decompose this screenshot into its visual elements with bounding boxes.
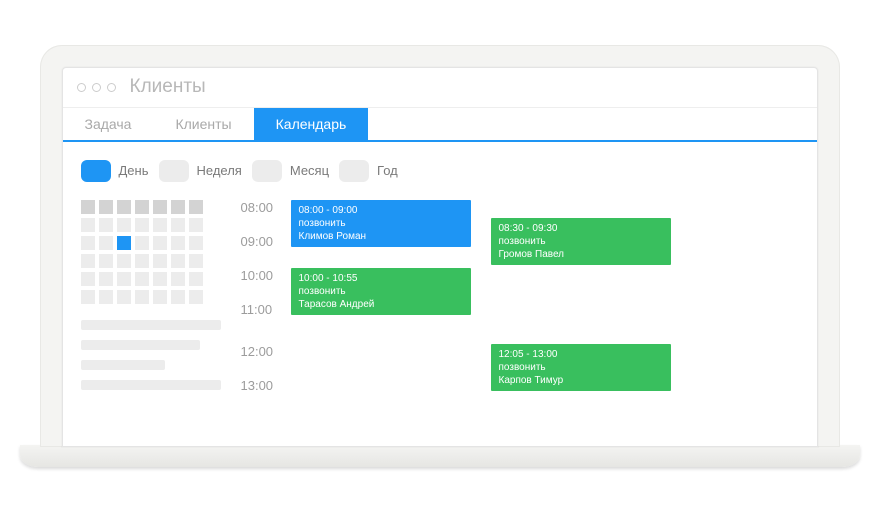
hour-label: 11:00 bbox=[241, 302, 291, 317]
event-time: 10:00 - 10:55 bbox=[299, 272, 463, 285]
event-card[interactable]: 12:05 - 13:00 позвонить Карпов Тимур bbox=[491, 344, 671, 391]
hour-label: 12:00 bbox=[241, 344, 291, 359]
view-switcher: День Неделя Месяц Год bbox=[81, 160, 799, 182]
app-window: Клиенты Задача Клиенты Календарь День Не… bbox=[62, 67, 818, 447]
hour-label: 13:00 bbox=[241, 378, 291, 393]
laptop-frame: Клиенты Задача Клиенты Календарь День Не… bbox=[40, 45, 840, 447]
view-week-icon bbox=[159, 160, 189, 182]
window-controls bbox=[77, 83, 116, 92]
hour-label: 10:00 bbox=[241, 268, 291, 283]
view-month[interactable]: Месяц bbox=[252, 160, 329, 182]
tab-clients[interactable]: Клиенты bbox=[153, 108, 253, 140]
close-icon[interactable] bbox=[77, 83, 86, 92]
view-week[interactable]: Неделя bbox=[159, 160, 242, 182]
laptop-base bbox=[20, 445, 860, 467]
hour-label: 09:00 bbox=[241, 234, 291, 249]
event-card[interactable]: 08:00 - 09:00 позвонить Климов Роман bbox=[291, 200, 471, 247]
view-day-icon bbox=[81, 160, 111, 182]
view-month-icon bbox=[252, 160, 282, 182]
window-title: Клиенты bbox=[130, 76, 206, 98]
event-person: Громов Павел bbox=[499, 248, 663, 261]
sidebar-placeholder bbox=[81, 320, 221, 390]
view-year-icon bbox=[339, 160, 369, 182]
mini-calendar-selected-day[interactable] bbox=[117, 236, 131, 250]
view-day[interactable]: День bbox=[81, 160, 149, 182]
event-action: позвонить bbox=[299, 285, 463, 298]
tabs: Задача Клиенты Календарь bbox=[63, 108, 817, 142]
hour-label: 08:00 bbox=[241, 200, 291, 215]
event-time: 08:00 - 09:00 bbox=[299, 204, 463, 217]
content: День Неделя Месяц Год bbox=[63, 142, 817, 410]
event-person: Климов Роман bbox=[299, 230, 463, 243]
mini-calendar[interactable] bbox=[81, 200, 221, 304]
event-card[interactable]: 10:00 - 10:55 позвонить Тарасов Андрей bbox=[291, 268, 471, 315]
event-action: позвонить bbox=[299, 217, 463, 230]
view-day-label: День bbox=[119, 163, 149, 178]
view-year[interactable]: Год bbox=[339, 160, 398, 182]
event-time: 12:05 - 13:00 bbox=[499, 348, 663, 361]
event-person: Тарасов Андрей bbox=[299, 298, 463, 311]
tab-calendar[interactable]: Календарь bbox=[254, 108, 369, 140]
view-week-label: Неделя bbox=[197, 163, 242, 178]
minimize-icon[interactable] bbox=[92, 83, 101, 92]
day-timeline: 08:00 09:00 10:00 11:00 12:00 13:00 08:0… bbox=[221, 200, 799, 410]
event-time: 08:30 - 09:30 bbox=[499, 222, 663, 235]
event-action: позвонить bbox=[499, 235, 663, 248]
sidebar bbox=[81, 200, 221, 410]
event-card[interactable]: 08:30 - 09:30 позвонить Громов Павел bbox=[491, 218, 671, 265]
tab-task[interactable]: Задача bbox=[63, 108, 154, 140]
event-person: Карпов Тимур bbox=[499, 374, 663, 387]
event-action: позвонить bbox=[499, 361, 663, 374]
titlebar: Клиенты bbox=[63, 68, 817, 108]
view-year-label: Год bbox=[377, 163, 398, 178]
maximize-icon[interactable] bbox=[107, 83, 116, 92]
view-month-label: Месяц bbox=[290, 163, 329, 178]
